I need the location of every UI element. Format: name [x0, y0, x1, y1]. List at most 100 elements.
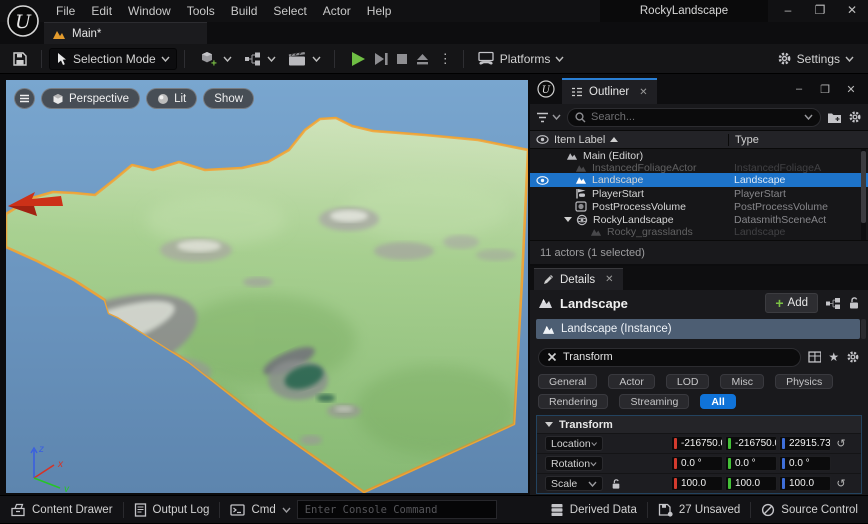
favorites-star-icon[interactable]: ★: [828, 351, 839, 363]
selection-mode-dropdown[interactable]: Selection Mode: [49, 47, 177, 70]
outliner-row-rockylandscape[interactable]: RockyLandscape DatasmithSceneAct: [530, 213, 868, 226]
details-filter-box[interactable]: [538, 347, 801, 367]
content-drawer-button[interactable]: Content Drawer: [0, 496, 123, 524]
add-actor-button[interactable]: +: [192, 48, 238, 70]
menu-build[interactable]: Build: [223, 0, 266, 22]
rotation-z-field[interactable]: 0.0 °: [779, 456, 831, 471]
tab-details[interactable]: Details ✕: [534, 268, 623, 290]
menu-tools[interactable]: Tools: [179, 0, 223, 22]
location-y-field[interactable]: -216750.0: [725, 436, 777, 451]
column-item-label[interactable]: Item Label: [554, 134, 605, 146]
outliner-filter-button[interactable]: [536, 112, 561, 123]
collapse-arrow-icon: [545, 422, 553, 427]
console-command-input[interactable]: [304, 503, 489, 516]
location-x-field[interactable]: -216750.0: [671, 436, 723, 451]
minimize-button[interactable]: –: [772, 0, 804, 22]
location-z-field[interactable]: 22915.734: [779, 436, 831, 451]
category-misc[interactable]: Misc: [720, 374, 765, 389]
outliner-row-rocky-grasslands[interactable]: Rocky_grasslands Landscape: [530, 226, 868, 238]
panel-minimize-button[interactable]: –: [786, 83, 812, 95]
expand-arrow-icon[interactable]: [564, 217, 572, 222]
scale-y-field[interactable]: 100.0: [725, 476, 777, 491]
location-reset-button[interactable]: ↺: [831, 437, 851, 450]
scale-z-field[interactable]: 100.0: [779, 476, 831, 491]
outliner-settings-button[interactable]: [848, 110, 862, 124]
location-dropdown[interactable]: Location: [545, 436, 603, 451]
output-log-button[interactable]: Output Log: [124, 496, 220, 524]
perspective-dropdown[interactable]: Perspective: [41, 88, 141, 109]
lit-dropdown[interactable]: Lit: [146, 88, 198, 109]
eject-button[interactable]: [414, 51, 431, 67]
outliner-search-box[interactable]: [567, 107, 821, 127]
details-settings-icon[interactable]: [846, 350, 860, 364]
derived-data-button[interactable]: Derived Data: [540, 496, 647, 524]
close-button[interactable]: ✕: [836, 0, 868, 22]
visibility-eye-icon[interactable]: [536, 135, 549, 144]
category-lod[interactable]: LOD: [665, 374, 710, 389]
category-physics[interactable]: Physics: [775, 374, 834, 389]
outliner-scrollbar[interactable]: [861, 149, 866, 240]
blueprint-edit-icon[interactable]: [825, 297, 841, 310]
unlock-icon[interactable]: [848, 296, 860, 310]
details-filter-input[interactable]: [563, 351, 792, 363]
settings-dropdown[interactable]: Settings: [771, 48, 860, 70]
platforms-dropdown[interactable]: Platforms: [471, 48, 571, 70]
toolbar-separator: [333, 49, 335, 68]
scale-dropdown[interactable]: Scale: [545, 476, 603, 491]
toolbar-separator: [41, 49, 42, 68]
menu-select[interactable]: Select: [265, 0, 314, 22]
scale-x-field[interactable]: 100.0: [671, 476, 723, 491]
rotation-dropdown[interactable]: Rotation: [545, 456, 603, 471]
rotation-y-field[interactable]: 0.0 °: [725, 456, 777, 471]
level-tab-main[interactable]: Main*: [44, 22, 207, 44]
panel-close-button[interactable]: ✕: [838, 83, 864, 96]
outliner-row-instancedfoliageactor[interactable]: InstancedFoliageActor InstancedFoliageA: [530, 162, 868, 174]
frame-skip-button[interactable]: [372, 51, 390, 67]
menu-file[interactable]: File: [48, 0, 83, 22]
tab-outliner[interactable]: Outliner ✕: [562, 78, 657, 104]
rotation-x-field[interactable]: 0.0 °: [671, 456, 723, 471]
save-button[interactable]: [6, 48, 34, 70]
category-streaming[interactable]: Streaming: [619, 394, 690, 409]
viewport-options-button[interactable]: [14, 88, 35, 109]
category-all[interactable]: All: [700, 394, 736, 409]
new-folder-button[interactable]: [827, 111, 842, 124]
components-scrollbar[interactable]: [861, 319, 866, 339]
transform-section-header[interactable]: Transform: [537, 416, 861, 433]
cmd-dropdown[interactable]: Cmd: [220, 496, 292, 524]
menu-actor[interactable]: Actor: [315, 0, 359, 22]
category-rendering[interactable]: Rendering: [538, 394, 609, 409]
clear-filter-x-icon[interactable]: [547, 352, 557, 362]
component-row-landscape-instance[interactable]: Landscape (Instance): [536, 319, 866, 339]
menu-edit[interactable]: Edit: [83, 0, 120, 22]
category-general[interactable]: General: [538, 374, 598, 389]
blueprints-button[interactable]: [238, 48, 282, 70]
scale-lock-icon[interactable]: [611, 478, 621, 490]
scale-reset-button[interactable]: ↺: [831, 477, 851, 490]
outliner-row-playerstart[interactable]: PlayerStart PlayerStart: [530, 187, 868, 200]
console-command-box[interactable]: [296, 500, 497, 519]
visibility-eye-icon[interactable]: [536, 175, 549, 185]
tab-close-icon[interactable]: ✕: [605, 274, 613, 285]
menu-window[interactable]: Window: [120, 0, 179, 22]
tab-close-icon[interactable]: ✕: [639, 87, 647, 98]
category-actor[interactable]: Actor: [608, 374, 655, 389]
cinematics-button[interactable]: [282, 48, 327, 70]
add-component-button[interactable]: + Add: [765, 293, 818, 313]
display-options-grid-icon[interactable]: [807, 351, 822, 363]
show-dropdown[interactable]: Show: [203, 88, 255, 109]
play-button[interactable]: [348, 50, 368, 68]
3d-viewport[interactable]: Perspective Lit Show z x y: [6, 80, 528, 493]
maximize-button[interactable]: ❐: [804, 0, 836, 22]
outliner-search-input[interactable]: [591, 111, 799, 123]
menu-help[interactable]: Help: [359, 0, 400, 22]
stop-button[interactable]: [394, 51, 410, 67]
source-control-button[interactable]: Source Control: [751, 496, 868, 524]
outliner-row-postprocessvolume[interactable]: PostProcessVolume PostProcessVolume: [530, 200, 868, 213]
outliner-row-main-editor[interactable]: Main (Editor): [530, 149, 868, 162]
column-type[interactable]: Type: [728, 133, 868, 146]
unsaved-button[interactable]: 27 Unsaved: [648, 496, 750, 524]
outliner-row-landscape[interactable]: Landscape Landscape: [530, 173, 868, 187]
play-options-button[interactable]: ⋮: [435, 51, 456, 67]
panel-maximize-button[interactable]: ❐: [812, 83, 838, 96]
